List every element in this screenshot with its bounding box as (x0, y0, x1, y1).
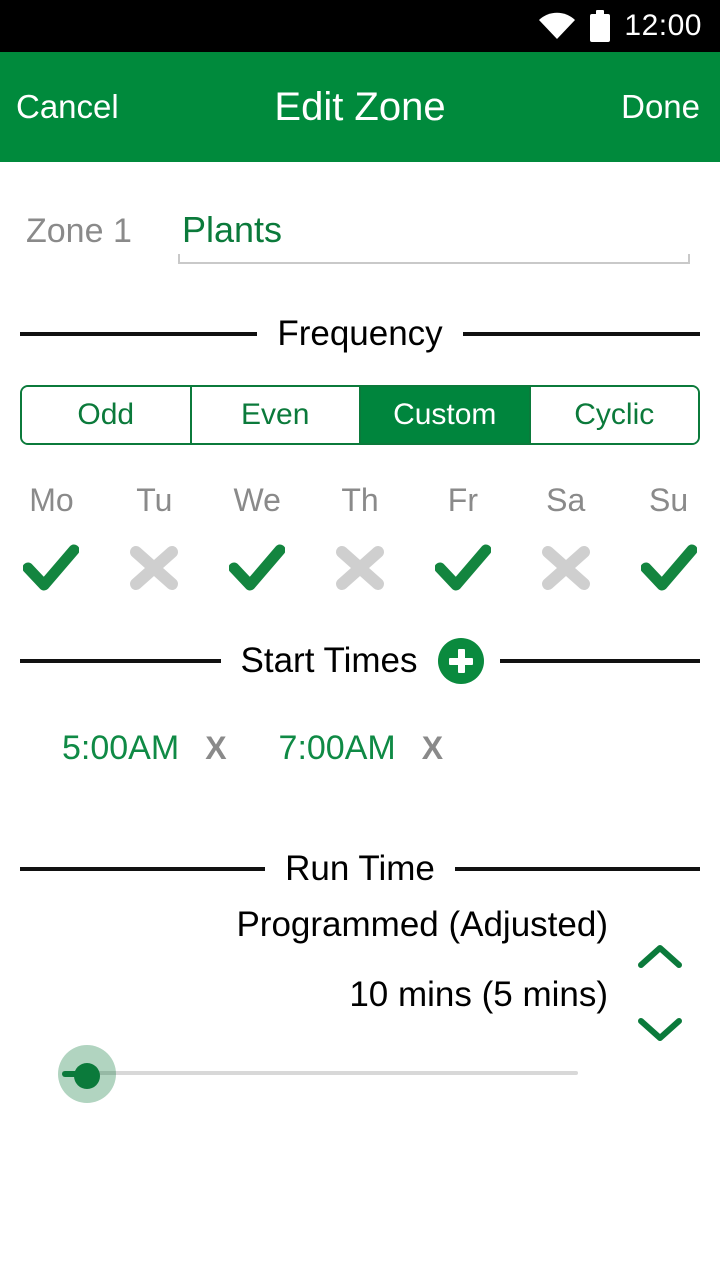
cross-icon (332, 544, 388, 592)
day-toggle-su[interactable]: Su (617, 478, 720, 598)
status-bar: 12:00 (0, 0, 720, 52)
delete-start-time-button[interactable]: X (422, 730, 443, 767)
cross-icon (538, 544, 594, 592)
start-times-list: 5:00AM X 7:00AM X (0, 718, 720, 778)
day-label: Th (341, 482, 379, 518)
day-label: Su (649, 482, 689, 518)
frequency-option-even[interactable]: Even (191, 387, 361, 443)
day-toggle-sa[interactable]: Sa (514, 478, 617, 598)
run-time-section-header: Run Time (0, 847, 720, 891)
day-toggle-tu[interactable]: Tu (103, 478, 206, 598)
done-button[interactable]: Done (621, 88, 700, 126)
frequency-option-custom[interactable]: Custom (361, 387, 531, 443)
run-time-slider[interactable] (0, 1045, 720, 1105)
check-icon (640, 544, 698, 592)
divider-left (20, 659, 221, 663)
zone-name-input[interactable] (178, 202, 690, 258)
day-toggle-we[interactable]: We (206, 478, 309, 598)
day-toggle-fr[interactable]: Fr (411, 478, 514, 598)
slider-track (62, 1071, 578, 1075)
day-label: Tu (136, 482, 173, 518)
chevron-down-icon[interactable] (636, 1015, 684, 1045)
page-title: Edit Zone (274, 84, 446, 129)
zone-name-underline (178, 254, 690, 264)
day-label: Fr (447, 482, 478, 518)
run-time-section-title: Run Time (285, 849, 435, 888)
programmed-label: Programmed (Adjusted) (236, 905, 608, 944)
wifi-icon (538, 12, 576, 40)
check-icon (434, 544, 492, 592)
frequency-option-cyclic[interactable]: Cyclic (530, 387, 698, 443)
frequency-section-title: Frequency (277, 314, 443, 353)
start-time-value[interactable]: 5:00AM (62, 729, 179, 768)
run-duration-label: 10 mins (5 mins) (349, 975, 608, 1014)
start-time-value[interactable]: 7:00AM (279, 729, 396, 768)
day-label: We (233, 482, 281, 518)
day-label: Mo (29, 482, 74, 518)
add-start-time-button[interactable] (437, 638, 484, 684)
slider-thumb[interactable] (74, 1063, 100, 1089)
frequency-segmented-control: Odd Even Custom Cyclic (20, 385, 700, 445)
status-bar-clock: 12:00 (624, 9, 702, 42)
day-label: Sa (546, 482, 586, 518)
divider-left (20, 867, 266, 871)
frequency-option-odd[interactable]: Odd (22, 387, 192, 443)
day-toggle-th[interactable]: Th (309, 478, 412, 598)
chevron-up-icon[interactable] (636, 941, 684, 971)
delete-start-time-button[interactable]: X (205, 730, 226, 767)
start-time-item: 5:00AM X (62, 729, 279, 768)
zone-name-field-wrapper (178, 202, 690, 270)
divider-left (20, 332, 258, 336)
cross-icon (126, 544, 182, 592)
days-of-week-row: Mo Tu We Th Fr Sa Su (0, 478, 720, 598)
app-bar: Cancel Edit Zone Done (0, 52, 720, 162)
edit-zone-screen: 12:00 Cancel Edit Zone Done Zone 1 Frequ… (0, 0, 720, 1280)
battery-full-icon (590, 10, 611, 42)
check-icon (22, 544, 80, 592)
divider-right (462, 332, 700, 336)
start-times-section-header: Start Times (0, 638, 720, 684)
zone-number-label: Zone 1 (26, 212, 132, 250)
frequency-section-header: Frequency (0, 312, 720, 356)
divider-right (454, 867, 700, 871)
day-toggle-mo[interactable]: Mo (0, 478, 103, 598)
start-time-item: 7:00AM X (279, 729, 496, 768)
check-icon (228, 544, 286, 592)
zone-name-row: Zone 1 (0, 198, 720, 278)
divider-right (499, 659, 701, 663)
start-times-section-title: Start Times (240, 641, 418, 680)
